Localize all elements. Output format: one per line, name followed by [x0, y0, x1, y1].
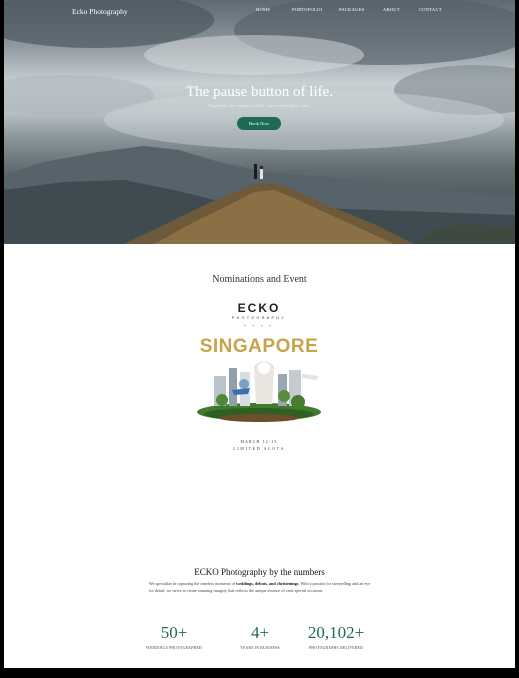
- stat-value: 50+: [160, 623, 188, 642]
- stat-value: 4+: [250, 623, 270, 642]
- singapore-collage-image: [197, 361, 321, 422]
- stat-label: PHOTOGRAPHS DELIVERED: [308, 646, 364, 650]
- nav-home[interactable]: HOME: [256, 7, 270, 12]
- stat-years: 4+ YEARS IN BUSINESS: [226, 623, 294, 650]
- poster-slots: LIMITED SLOTS: [233, 447, 285, 451]
- poster-brand: ECKO: [237, 301, 281, 315]
- hero-section: Ecko Photography HOME PORTOFOLIO PACKAGE…: [4, 0, 515, 244]
- hero-title: The pause button of life.: [185, 84, 334, 100]
- stat-label: WEDDINGS PHOTOGRAPHED: [146, 646, 202, 650]
- stat-label: YEARS IN BUSINESS: [240, 646, 280, 650]
- poster-dots: • • • •: [244, 323, 274, 328]
- nav-about[interactable]: ABOUT: [383, 7, 400, 12]
- nav-contact[interactable]: CONTACT: [419, 7, 442, 12]
- nominations-title: Nominations and Event: [212, 274, 307, 285]
- poster-subtitle: PHOTOGRAPHY: [231, 316, 287, 320]
- numbers-description: We specialize in capturing the timeless …: [149, 581, 371, 594]
- book-now-button[interactable]: Book Now: [237, 117, 281, 130]
- hero-subtitle: Experience the moments of life, capture …: [208, 103, 311, 108]
- nav-packages[interactable]: PACKAGES: [339, 7, 364, 12]
- numbers-desc-part1: We specialize in capturing the timeless …: [149, 581, 237, 586]
- nav-portofolio[interactable]: PORTOFOLIO: [292, 7, 322, 12]
- stat-weddings: 50+ WEDDINGS PHOTOGRAPHED: [134, 623, 214, 650]
- event-poster[interactable]: ECKO PHOTOGRAPHY • • • • SINGAPORE MARCH…: [184, 296, 334, 458]
- numbers-title: ECKO Photography by the numbers: [194, 567, 325, 577]
- poster-date: MARCH 12-15: [240, 440, 278, 444]
- stat-photographs: 20,102+ PHOTOGRAPHS DELIVERED: [296, 623, 376, 650]
- main-nav: HOME PORTOFOLIO PACKAGES ABOUT CONTACT: [4, 7, 515, 19]
- numbers-desc-bold: weddings, debuts, and christenings: [236, 581, 299, 586]
- stat-value: 20,102+: [307, 623, 365, 642]
- page: Ecko Photography HOME PORTOFOLIO PACKAGE…: [4, 0, 515, 668]
